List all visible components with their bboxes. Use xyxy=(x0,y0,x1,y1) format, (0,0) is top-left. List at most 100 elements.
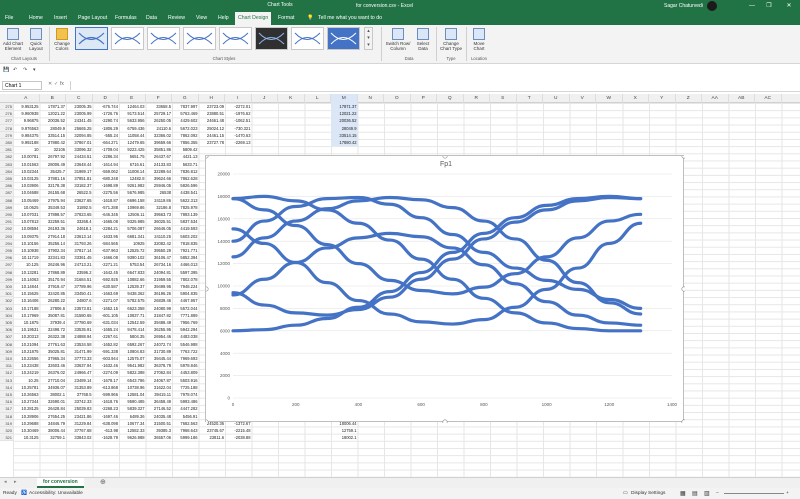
table-cell[interactable]: 5633.956 xyxy=(119,117,146,124)
table-cell[interactable]: -2215.48 xyxy=(225,427,252,434)
row-header[interactable]: 310 xyxy=(0,355,13,363)
table-cell[interactable]: -637.963 xyxy=(93,247,120,254)
table-cell[interactable]: 10.07813 xyxy=(13,218,40,225)
table-cell[interactable]: 25946.05 xyxy=(146,182,173,189)
table-cell[interactable]: -591.338 xyxy=(93,348,120,355)
table-cell[interactable]: 27975.94 xyxy=(40,197,67,204)
table-cell[interactable]: 26734.16 xyxy=(146,261,173,268)
table-cell[interactable]: -1628.79 xyxy=(93,434,120,441)
table-cell[interactable]: 37851.81 xyxy=(66,175,93,182)
column-header[interactable]: H xyxy=(199,94,225,103)
table-cell[interactable]: 10.29688 xyxy=(13,420,40,427)
column-header[interactable]: V xyxy=(570,94,596,103)
customize-toolbar-icon[interactable]: ▾ xyxy=(33,67,36,73)
tab-review[interactable]: Review xyxy=(168,12,185,25)
table-cell[interactable]: 10.03125 xyxy=(13,175,40,182)
table-cell[interactable]: 7725.188 xyxy=(172,384,199,391)
table-cell[interactable]: 10.25 xyxy=(13,377,40,384)
table-cell[interactable]: 33096.32 xyxy=(66,146,93,153)
row-header[interactable]: 292 xyxy=(0,225,13,233)
row-header[interactable]: 282 xyxy=(0,153,13,161)
change-chart-type-button[interactable]: Change Chart Type xyxy=(438,28,464,51)
table-cell[interactable]: 27654.25 xyxy=(40,413,67,420)
table-cell[interactable]: 20036.52 xyxy=(331,117,358,125)
tab-chart-design[interactable]: Chart Design xyxy=(235,12,272,25)
table-cell[interactable]: 38006.44 xyxy=(40,427,67,434)
table-cell[interactable]: 36025.51 xyxy=(146,218,173,225)
table-cell[interactable]: 23745.67 xyxy=(199,427,226,434)
series-line[interactable] xyxy=(231,195,643,316)
table-cell[interactable]: 37780.69 xyxy=(66,319,93,326)
table-cell[interactable]: 4483.038 xyxy=(172,333,199,340)
table-cell[interactable]: 9.96875 xyxy=(13,117,40,124)
table-cell[interactable]: 26246.96 xyxy=(40,261,67,268)
page-layout-view-icon[interactable]: ▤ xyxy=(692,490,698,497)
add-sheet-icon[interactable]: ⊕ xyxy=(100,478,106,486)
table-cell[interactable]: -630.587 xyxy=(93,283,120,290)
row-header[interactable]: 291 xyxy=(0,218,13,226)
table-cell[interactable]: 26155.68 xyxy=(40,189,67,196)
tell-me-search[interactable]: Tell me what you want to do xyxy=(318,12,382,25)
table-cell[interactable]: 10.00781 xyxy=(13,153,40,160)
table-cell[interactable]: 27914.18 xyxy=(40,233,67,240)
confirm-icon[interactable]: ✓ xyxy=(54,81,58,87)
table-cell[interactable]: -555.24 xyxy=(93,132,120,139)
table-cell[interactable]: 10.10938 xyxy=(13,247,40,254)
table-cell[interactable]: 39624.66 xyxy=(146,175,173,182)
table-cell[interactable]: 10.19531 xyxy=(13,326,40,333)
table-cell[interactable]: -592.925 xyxy=(93,276,120,283)
table-cell[interactable]: 10.04688 xyxy=(13,189,40,196)
table-cell[interactable]: 37789.96 xyxy=(66,283,93,290)
table-cell[interactable]: 37767.68 xyxy=(66,427,93,434)
row-header[interactable]: 289 xyxy=(0,203,13,211)
table-cell[interactable]: 5978.846 xyxy=(172,362,199,369)
table-cell[interactable]: -601.105 xyxy=(93,312,120,319)
user-name[interactable]: Sagar Chaturvedi xyxy=(664,3,703,9)
table-cell[interactable]: 37768.5 xyxy=(66,391,93,398)
table-cell[interactable]: 10.17188 xyxy=(13,305,40,312)
table-cell[interactable]: 5839.327 xyxy=(119,405,146,412)
table-cell[interactable]: 33514.15 xyxy=(40,132,67,139)
column-header[interactable]: B xyxy=(40,94,66,103)
table-cell[interactable]: 9438.362 xyxy=(119,290,146,297)
restore-button[interactable]: ❐ xyxy=(762,1,776,11)
zoom-in-icon[interactable]: + xyxy=(786,491,789,496)
table-cell[interactable]: 5993.486 xyxy=(172,398,199,405)
table-cell[interactable]: 6592.267 xyxy=(119,341,146,348)
table-cell[interactable]: 32498.72 xyxy=(40,326,67,333)
table-cell[interactable]: -676.744 xyxy=(93,103,120,110)
table-cell[interactable]: 37902.34 xyxy=(40,247,67,254)
accessibility-status[interactable]: Accessibility: Unavailable xyxy=(29,491,83,496)
row-header[interactable]: 316 xyxy=(0,398,13,406)
table-cell[interactable]: 32690.01 xyxy=(40,398,67,405)
table-cell[interactable]: 7825.978 xyxy=(172,204,199,211)
table-cell[interactable]: 7968.643 xyxy=(172,427,199,434)
chart-style-5[interactable] xyxy=(219,27,252,50)
table-cell[interactable]: 4466.013 xyxy=(172,261,199,268)
save-icon[interactable]: 💾 xyxy=(3,67,9,73)
table-cell[interactable]: 26428.84 xyxy=(40,405,67,412)
table-cell[interactable]: 36196.26 xyxy=(146,290,173,297)
table-cell[interactable]: 24110.25 xyxy=(146,233,173,240)
table-cell[interactable]: 11008.14 xyxy=(119,168,146,175)
table-cell[interactable]: 7862.092 xyxy=(172,132,199,139)
table-cell[interactable]: 24119.86 xyxy=(146,197,173,204)
row-header[interactable]: 299 xyxy=(0,275,13,283)
table-cell[interactable]: 4438.541 xyxy=(172,189,199,196)
table-cell[interactable]: 12464.03 xyxy=(119,103,146,110)
table-cell[interactable]: -1614.94 xyxy=(93,161,120,168)
table-cell[interactable]: 36378.78 xyxy=(146,362,173,369)
table-cell[interactable]: 23596.2 xyxy=(66,269,93,276)
chart-style-3[interactable] xyxy=(147,27,180,50)
row-header[interactable]: 277 xyxy=(0,117,13,125)
table-cell[interactable]: 12506.11 xyxy=(119,211,146,218)
table-cell[interactable]: 10.28906 xyxy=(13,413,40,420)
table-cell[interactable]: 24133.83 xyxy=(146,161,173,168)
tab-page-layout[interactable]: Page Layout xyxy=(78,12,107,25)
insert-function-button[interactable]: fx xyxy=(60,81,64,87)
table-cell[interactable]: 33658.5 xyxy=(146,103,173,110)
table-cell[interactable]: 10.05469 xyxy=(13,197,40,204)
table-cell[interactable]: 23005.99 xyxy=(66,110,93,117)
row-header[interactable]: 301 xyxy=(0,290,13,298)
table-cell[interactable]: 36255.95 xyxy=(146,326,173,333)
